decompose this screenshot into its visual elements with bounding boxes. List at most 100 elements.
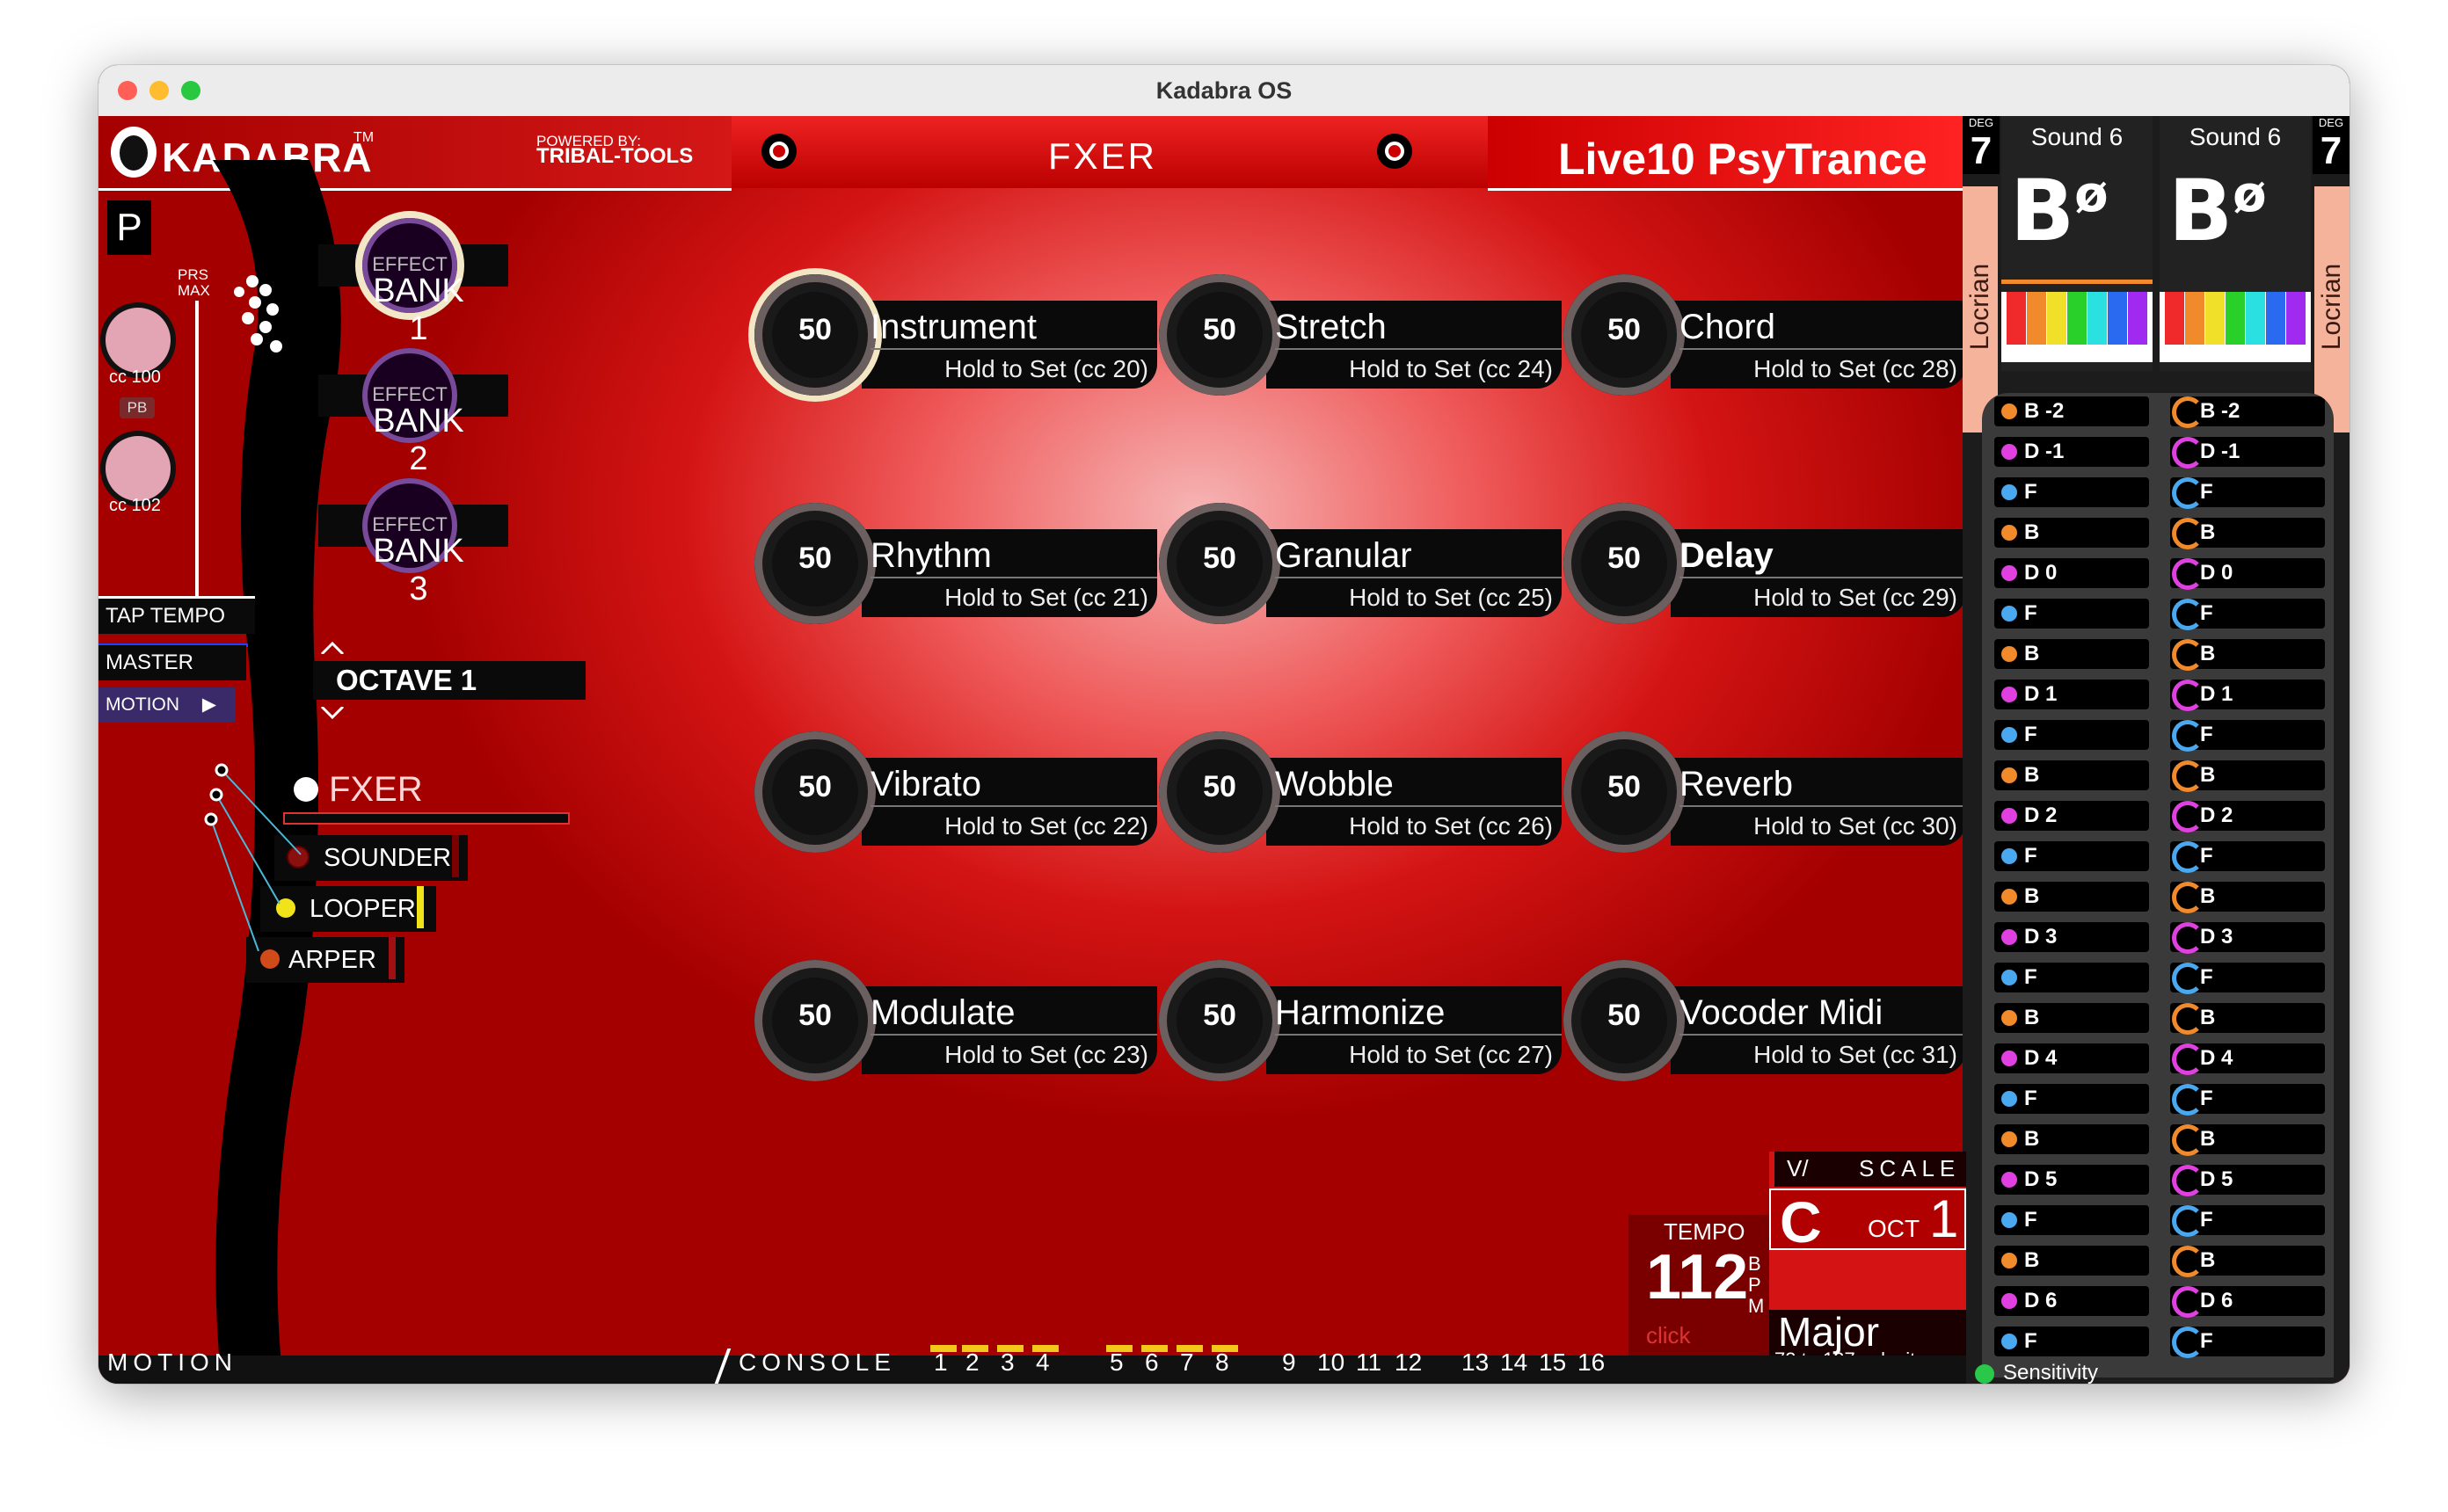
piano-key[interactable]: [2067, 292, 2087, 345]
note-row[interactable]: F: [1982, 1323, 2151, 1360]
note-row[interactable]: F: [2158, 959, 2327, 996]
piano-key[interactable]: [2246, 292, 2265, 345]
cc102-knob[interactable]: [106, 436, 171, 501]
keyboard-left[interactable]: [2001, 292, 2153, 362]
note-row[interactable]: B -2: [2158, 393, 2327, 430]
octave-up-icon[interactable]: [320, 641, 345, 656]
pressure-slider[interactable]: [195, 301, 199, 600]
note-row[interactable]: F: [1982, 838, 2151, 875]
note-row[interactable]: D 4: [2158, 1040, 2327, 1077]
channel-1[interactable]: 1: [934, 1348, 948, 1377]
effect-bank-3-button[interactable]: EFFECT BANK 3: [318, 478, 508, 607]
note-row[interactable]: B: [1982, 1121, 2151, 1158]
piano-key[interactable]: [2047, 292, 2066, 345]
note-row[interactable]: F: [1982, 595, 2151, 632]
note-row[interactable]: F: [2158, 474, 2327, 511]
effect-instrument-cell[interactable]: 50 Instrument Hold to Set (cc 20): [754, 274, 1159, 397]
keyboard-right[interactable]: [2160, 292, 2311, 362]
note-row[interactable]: D 3: [1982, 919, 2151, 956]
note-row[interactable]: F: [1982, 959, 2151, 996]
note-row[interactable]: B: [2158, 1121, 2327, 1158]
master-button[interactable]: MASTER: [98, 645, 246, 680]
note-row[interactable]: B: [2158, 757, 2327, 794]
effect-knob[interactable]: 50: [1159, 731, 1280, 853]
sensitivity-row[interactable]: Sensitivity: [1963, 1361, 2156, 1384]
cc100-knob[interactable]: [106, 308, 171, 373]
channel-16[interactable]: 16: [1577, 1348, 1605, 1377]
sound-left[interactable]: Sound 6 Bø: [2001, 116, 2153, 371]
note-row[interactable]: B: [2158, 1000, 2327, 1036]
note-row[interactable]: D 5: [1982, 1161, 2151, 1198]
note-row[interactable]: B: [1982, 514, 2151, 551]
note-list-right[interactable]: B -2 D -1 F B D 0FBD 1FBD 2FBD 3FBD 4FBD 5FB…: [2158, 393, 2334, 1378]
note-row[interactable]: D 1: [2158, 676, 2327, 713]
note-row[interactable]: D 0: [2158, 555, 2327, 592]
effect-knob[interactable]: 50: [754, 731, 876, 853]
channel-7[interactable]: 7: [1180, 1348, 1194, 1377]
note-row[interactable]: F: [1982, 1202, 2151, 1239]
click-label[interactable]: click: [1646, 1322, 1691, 1349]
piano-key[interactable]: [2226, 292, 2245, 345]
note-row[interactable]: D 0: [1982, 555, 2151, 592]
channel-14[interactable]: 14: [1500, 1348, 1527, 1377]
note-row[interactable]: B: [1982, 1000, 2151, 1036]
channel-13[interactable]: 13: [1461, 1348, 1489, 1377]
piano-key[interactable]: [2128, 292, 2147, 345]
channel-2[interactable]: 2: [965, 1348, 980, 1377]
tempo-box[interactable]: TEMPO 112 BPM click: [1628, 1215, 1769, 1356]
effect-harmonize-cell[interactable]: 50 Harmonize Hold to Set (cc 27): [1159, 960, 1563, 1083]
note-row[interactable]: D 6: [2158, 1283, 2327, 1319]
preset-name[interactable]: Live10 PsyTrance: [1558, 134, 1927, 185]
effect-vocoder-midi-cell[interactable]: 50 Vocoder Midi Hold to Set (cc 31): [1563, 960, 1968, 1083]
fxer-label[interactable]: FXER: [329, 770, 423, 810]
key-display[interactable]: C OCT 1: [1769, 1189, 1966, 1254]
note-row[interactable]: F: [1982, 1080, 2151, 1117]
effect-delay-cell[interactable]: 50 Delay Hold to Set (cc 29): [1563, 503, 1968, 626]
note-row[interactable]: D -1: [1982, 433, 2151, 470]
scale-name-box[interactable]: Major 73 to 127 velocity: [1769, 1309, 1966, 1370]
note-row[interactable]: B: [2158, 636, 2327, 672]
piano-key[interactable]: [2087, 292, 2107, 345]
piano-key[interactable]: [2185, 292, 2204, 345]
note-row[interactable]: D 4: [1982, 1040, 2151, 1077]
note-row[interactable]: D 2: [2158, 797, 2327, 834]
channel-11[interactable]: 11: [1356, 1348, 1381, 1377]
sound-right[interactable]: Sound 6 Bø: [2160, 116, 2311, 371]
target-icon[interactable]: [761, 134, 797, 169]
p-button[interactable]: P: [107, 200, 151, 255]
channel-5[interactable]: 5: [1110, 1348, 1124, 1377]
effect-vibrato-cell[interactable]: 50 Vibrato Hold to Set (cc 22): [754, 731, 1159, 854]
effect-knob[interactable]: 50: [1159, 503, 1280, 624]
piano-key[interactable]: [2286, 292, 2306, 345]
note-row[interactable]: F: [2158, 1202, 2327, 1239]
note-row[interactable]: F: [1982, 716, 2151, 753]
note-row[interactable]: F: [2158, 838, 2327, 875]
piano-key[interactable]: [2266, 292, 2285, 345]
effect-knob[interactable]: 50: [754, 960, 876, 1081]
motion-footer-label[interactable]: MOTION: [107, 1348, 237, 1377]
tap-tempo-button[interactable]: TAP TEMPO: [98, 596, 255, 634]
channel-4[interactable]: 4: [1036, 1348, 1050, 1377]
octave-display[interactable]: OCTAVE 1: [313, 661, 586, 700]
note-row[interactable]: D 5: [2158, 1161, 2327, 1198]
piano-key[interactable]: [2007, 292, 2026, 345]
note-row[interactable]: F: [2158, 1323, 2327, 1360]
piano-key[interactable]: [2205, 292, 2225, 345]
note-row[interactable]: F: [1982, 474, 2151, 511]
target-icon[interactable]: [1377, 134, 1412, 169]
channel-9[interactable]: 9: [1282, 1348, 1296, 1377]
piano-key[interactable]: [2165, 292, 2184, 345]
effect-wobble-cell[interactable]: 50 Wobble Hold to Set (cc 26): [1159, 731, 1563, 854]
effect-bank-1-button[interactable]: EFFECT BANK 1: [318, 218, 508, 347]
note-row[interactable]: B: [2158, 878, 2327, 915]
effect-stretch-cell[interactable]: 50 Stretch Hold to Set (cc 24): [1159, 274, 1563, 397]
note-list-left[interactable]: B -2 D -1 F B D 0FBD 1FBD 2FBD 3FBD 4FBD 5FB…: [1982, 393, 2158, 1378]
note-row[interactable]: D 6: [1982, 1283, 2151, 1319]
effect-bank-2-button[interactable]: EFFECT BANK 2: [318, 348, 508, 477]
note-row[interactable]: B: [1982, 757, 2151, 794]
effect-knob[interactable]: 50: [1563, 731, 1685, 853]
effect-knob[interactable]: 50: [1159, 274, 1280, 396]
channel-8[interactable]: 8: [1215, 1348, 1229, 1377]
note-row[interactable]: B -2: [1982, 393, 2151, 430]
effect-granular-cell[interactable]: 50 Granular Hold to Set (cc 25): [1159, 503, 1563, 626]
